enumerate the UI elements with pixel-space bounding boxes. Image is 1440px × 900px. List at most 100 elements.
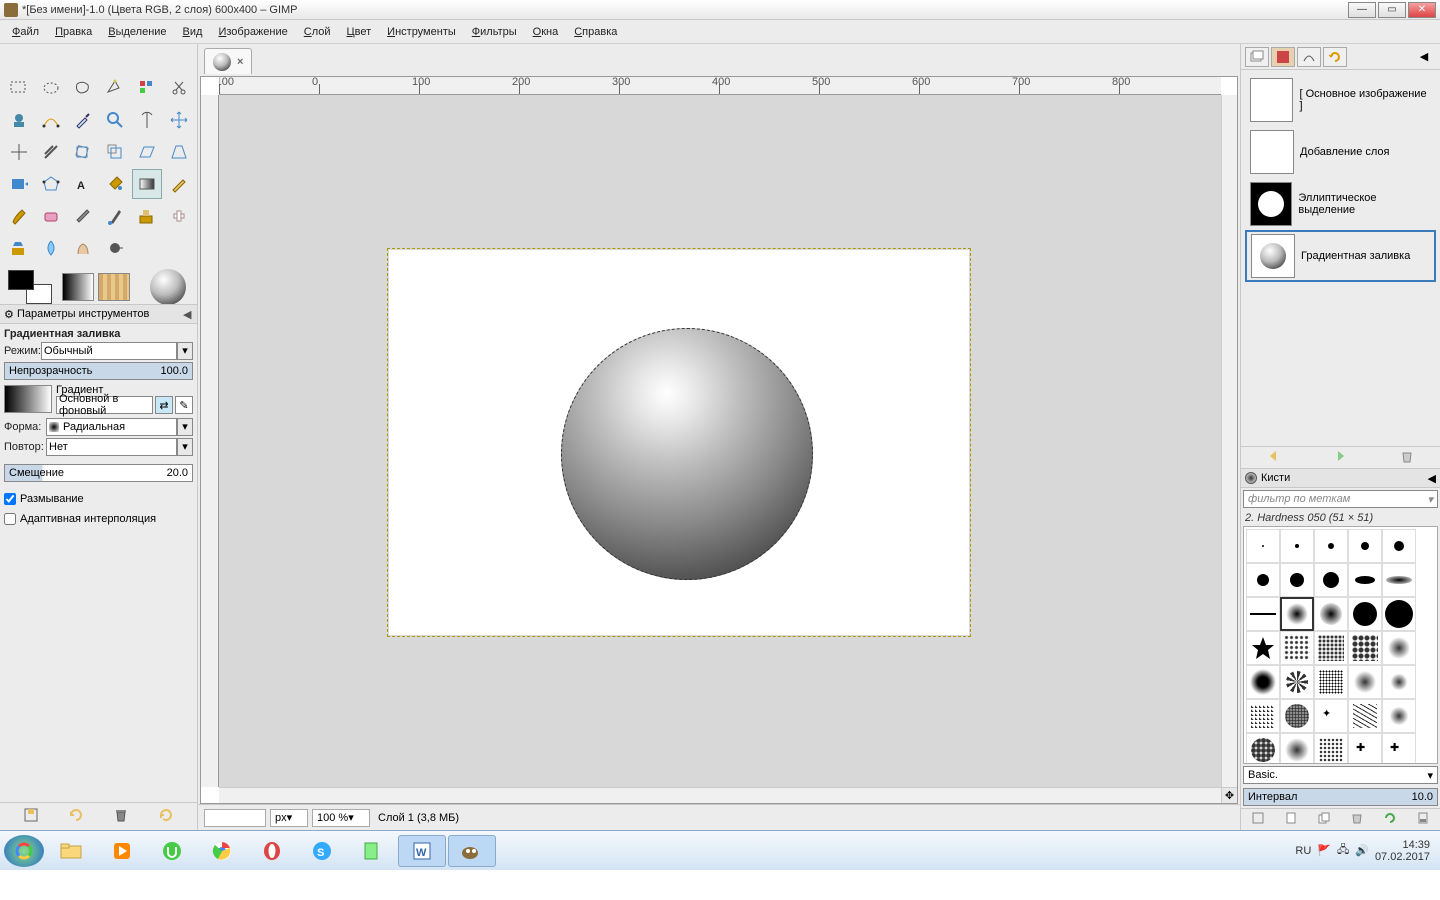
brush-item-selected[interactable] xyxy=(1280,597,1314,631)
ruler-vertical[interactable] xyxy=(201,95,219,787)
close-button[interactable]: ✕ xyxy=(1408,2,1436,18)
brush-item[interactable] xyxy=(1348,529,1382,563)
brush-item[interactable] xyxy=(1246,597,1280,631)
brush-item[interactable] xyxy=(1314,665,1348,699)
brush-item[interactable] xyxy=(1314,529,1348,563)
tray-clock[interactable]: 14:39 07.02.2017 xyxy=(1375,839,1430,863)
scale-tool[interactable] xyxy=(100,137,130,167)
undo-history-tab[interactable] xyxy=(1323,47,1347,67)
blur-tool[interactable] xyxy=(36,233,66,263)
gradient-select[interactable]: Основной в фоновый xyxy=(56,396,153,414)
bucket-fill-tool[interactable] xyxy=(100,169,130,199)
shape-select[interactable]: Радиальная xyxy=(46,418,177,436)
media-taskbar-icon[interactable] xyxy=(98,835,146,867)
brush-item[interactable] xyxy=(1348,631,1382,665)
gradient-chip[interactable] xyxy=(4,385,52,413)
utorrent-taskbar-icon[interactable] xyxy=(148,835,196,867)
reverse-gradient-icon[interactable]: ⇄ xyxy=(155,396,173,414)
menu-tools[interactable]: Инструменты xyxy=(379,23,464,41)
gradient-preview[interactable] xyxy=(62,273,94,301)
brush-item[interactable] xyxy=(1382,699,1416,733)
gimp-taskbar-icon[interactable] xyxy=(448,835,496,867)
fuzzy-select-tool[interactable] xyxy=(100,73,130,103)
rect-select-tool[interactable] xyxy=(4,73,34,103)
brushes-collapse-icon[interactable]: ◀ xyxy=(1428,472,1436,485)
tab-close-icon[interactable]: × xyxy=(237,56,243,68)
brush-preset-select[interactable]: Basic.▾ xyxy=(1243,766,1438,784)
panel-menu-icon[interactable]: ◀ xyxy=(1412,47,1436,67)
layers-tab[interactable] xyxy=(1245,47,1269,67)
gradient-tool[interactable] xyxy=(132,169,162,199)
reset-preset-icon[interactable] xyxy=(158,807,174,826)
brush-item[interactable]: ✦ xyxy=(1314,699,1348,733)
menu-select[interactable]: Выделение xyxy=(100,23,174,41)
new-brush-icon[interactable] xyxy=(1284,811,1298,828)
brush-item[interactable] xyxy=(1348,563,1382,597)
tray-flag-icon[interactable]: 🚩 xyxy=(1317,844,1331,857)
scissors-tool[interactable] xyxy=(164,73,194,103)
brush-item[interactable] xyxy=(1382,529,1416,563)
text-tool[interactable]: A xyxy=(68,169,98,199)
scrollbar-horizontal[interactable] xyxy=(219,787,1221,803)
collapse-icon[interactable]: ◀ xyxy=(183,308,193,321)
menu-filters[interactable]: Фильтры xyxy=(464,23,525,41)
brush-filter-input[interactable]: фильтр по меткам▾ xyxy=(1243,490,1438,508)
clone-tool[interactable] xyxy=(132,201,162,231)
menu-view[interactable]: Вид xyxy=(175,23,211,41)
pencil-tool[interactable] xyxy=(164,169,194,199)
tray-volume-icon[interactable]: 🔊 xyxy=(1355,844,1369,857)
paths-tool[interactable] xyxy=(36,105,66,135)
tray-network-icon[interactable]: 🖧 xyxy=(1337,841,1349,860)
opera-taskbar-icon[interactable] xyxy=(248,835,296,867)
brush-item[interactable] xyxy=(1382,665,1416,699)
perspective-tool[interactable] xyxy=(164,137,194,167)
delete-preset-icon[interactable] xyxy=(113,807,129,826)
menu-help[interactable]: Справка xyxy=(566,23,625,41)
open-brush-icon[interactable] xyxy=(1416,811,1430,828)
unit-select[interactable]: px ▾ xyxy=(270,809,308,827)
active-image-preview[interactable] xyxy=(150,269,186,305)
repeat-select[interactable]: Нет xyxy=(46,438,177,456)
mode-dropdown-icon[interactable]: ▾ xyxy=(177,342,193,360)
undo-item[interactable]: [ Основное изображение ] xyxy=(1245,74,1436,126)
menu-windows[interactable]: Окна xyxy=(525,23,567,41)
paintbrush-tool[interactable] xyxy=(4,201,34,231)
dither-checkbox[interactable] xyxy=(4,493,16,505)
adaptive-checkbox[interactable] xyxy=(4,513,16,525)
ruler-horizontal[interactable] xyxy=(219,77,1221,95)
tray-language[interactable]: RU xyxy=(1295,845,1311,857)
brush-item[interactable]: ✚ xyxy=(1348,733,1382,764)
scrollbar-vertical[interactable] xyxy=(1221,95,1237,787)
flip-tool[interactable] xyxy=(4,169,34,199)
brush-item[interactable] xyxy=(1348,699,1382,733)
brush-item[interactable] xyxy=(1246,529,1280,563)
delete-brush-icon[interactable] xyxy=(1350,811,1364,828)
brush-item[interactable] xyxy=(1246,699,1280,733)
eraser-tool[interactable] xyxy=(36,201,66,231)
brush-item[interactable] xyxy=(1314,563,1348,597)
menu-layer[interactable]: Слой xyxy=(296,23,339,41)
zoom-tool[interactable] xyxy=(100,105,130,135)
menu-color[interactable]: Цвет xyxy=(339,23,380,41)
measure-tool[interactable] xyxy=(132,105,162,135)
save-preset-icon[interactable] xyxy=(23,807,39,826)
restore-preset-icon[interactable] xyxy=(68,807,84,826)
rotate-tool[interactable] xyxy=(68,137,98,167)
brush-interval-slider[interactable]: Интервал 10.0 xyxy=(1243,788,1438,806)
heal-tool[interactable] xyxy=(164,201,194,231)
dodge-tool[interactable] xyxy=(100,233,130,263)
menu-edit[interactable]: Правка xyxy=(47,23,100,41)
shear-tool[interactable] xyxy=(132,137,162,167)
move-tool[interactable] xyxy=(164,105,194,135)
brush-item[interactable] xyxy=(1314,631,1348,665)
smudge-tool[interactable] xyxy=(68,233,98,263)
undo-forward-icon[interactable] xyxy=(1332,448,1348,467)
zoom-select[interactable]: 100 % ▾ xyxy=(312,809,370,827)
brush-item[interactable] xyxy=(1280,699,1314,733)
brush-item[interactable] xyxy=(1246,563,1280,597)
chrome-taskbar-icon[interactable] xyxy=(198,835,246,867)
brush-item[interactable] xyxy=(1382,631,1416,665)
edit-gradient-icon[interactable]: ✎ xyxy=(175,396,193,414)
brush-item[interactable] xyxy=(1280,529,1314,563)
pattern-preview[interactable] xyxy=(98,273,130,301)
